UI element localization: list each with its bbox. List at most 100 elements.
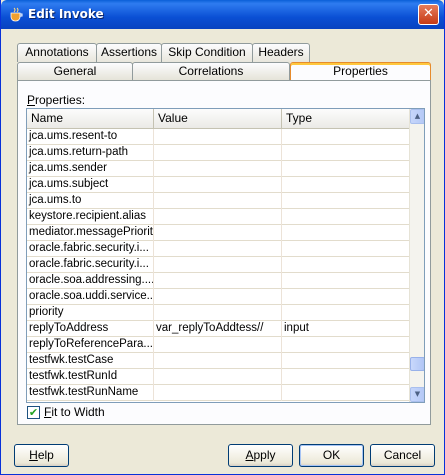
help-button[interactable]: Help (14, 444, 69, 467)
property-type-cell[interactable] (282, 369, 410, 385)
property-type-cell[interactable] (282, 161, 410, 177)
apply-button[interactable]: Apply (228, 444, 293, 467)
property-value-cell[interactable] (154, 161, 282, 177)
property-type-cell[interactable] (282, 177, 410, 193)
tab-general[interactable]: General (17, 62, 133, 81)
table-row[interactable]: testfwk.testRunName (27, 385, 410, 401)
cancel-button[interactable]: Cancel (370, 444, 435, 467)
property-name-cell[interactable]: priority (27, 305, 154, 321)
table-row[interactable]: testfwk.testCase (27, 353, 410, 369)
tab-headers[interactable]: Headers (252, 43, 310, 62)
property-name-cell[interactable]: testfwk.testRunId (27, 369, 154, 385)
property-name-cell[interactable]: testfwk.testRunName (27, 385, 154, 401)
table-row[interactable]: testfwk.testRunId (27, 369, 410, 385)
property-value-cell[interactable] (154, 305, 282, 321)
tab-correlations[interactable]: Correlations (132, 62, 290, 81)
table-row[interactable]: oracle.soa.uddi.service... (27, 289, 410, 305)
scroll-up-button[interactable]: ▲ (410, 109, 424, 124)
scroll-down-button[interactable]: ▼ (410, 387, 424, 402)
table-row[interactable]: oracle.soa.addressing.... (27, 273, 410, 289)
table-row[interactable]: jca.ums.to (27, 193, 410, 209)
fit-to-width-label[interactable]: Fit to Width (44, 405, 105, 419)
table-row[interactable]: oracle.fabric.security.i... (27, 241, 410, 257)
property-value-cell[interactable] (154, 145, 282, 161)
property-type-cell[interactable] (282, 129, 410, 145)
property-type-cell[interactable]: input (282, 321, 410, 337)
property-value-cell[interactable] (154, 385, 282, 401)
property-name-cell[interactable]: keystore.recipient.alias (27, 209, 154, 225)
arrow-up-icon: ▲ (414, 112, 421, 120)
close-button[interactable]: ✕ (418, 4, 439, 25)
tab-label: Annotations (25, 45, 89, 59)
vertical-scrollbar[interactable]: ▲ ▼ (409, 109, 424, 402)
property-name-cell[interactable]: jca.ums.to (27, 193, 154, 209)
table-row[interactable]: jca.ums.subject (27, 177, 410, 193)
table-row[interactable]: replyToAddress var_replyToAddtess//input (27, 321, 410, 337)
table-row[interactable]: jca.ums.return-path (27, 145, 410, 161)
property-name-cell[interactable]: mediator.messagePriority (27, 225, 154, 241)
property-type-cell[interactable] (282, 145, 410, 161)
title-bar[interactable]: Edit Invoke ✕ (1, 0, 444, 29)
tab-annotations[interactable]: Annotations (17, 43, 97, 62)
tab-label: General (53, 64, 97, 78)
property-name-cell[interactable]: jca.ums.subject (27, 177, 154, 193)
property-type-cell[interactable] (282, 241, 410, 257)
table-row[interactable]: oracle.fabric.security.i... (27, 257, 410, 273)
property-value-cell[interactable] (154, 353, 282, 369)
property-value-cell[interactable] (154, 209, 282, 225)
column-header-value[interactable]: Value (154, 109, 282, 129)
property-value-cell[interactable] (154, 273, 282, 289)
tab-skip-condition[interactable]: Skip Condition (161, 43, 253, 62)
property-type-cell[interactable] (282, 273, 410, 289)
property-type-cell[interactable] (282, 209, 410, 225)
property-type-cell[interactable] (282, 305, 410, 321)
property-name-cell[interactable]: oracle.soa.addressing.... (27, 273, 154, 289)
property-name-cell[interactable]: jca.ums.resent-to (27, 129, 154, 145)
property-value-cell[interactable] (154, 337, 282, 353)
property-name-cell[interactable]: replyToReferencePara... (27, 337, 154, 353)
tab-assertions[interactable]: Assertions (96, 43, 162, 62)
table-row[interactable]: jca.ums.sender (27, 161, 410, 177)
property-value-cell[interactable] (154, 177, 282, 193)
property-type-cell[interactable] (282, 353, 410, 369)
table-row[interactable]: priority (27, 305, 410, 321)
property-value-cell[interactable] (154, 129, 282, 145)
fit-to-width-checkbox[interactable]: ✔ (27, 406, 40, 419)
tab-label: Skip Condition (168, 45, 246, 59)
table-row[interactable]: jca.ums.resent-to (27, 129, 410, 145)
column-header-type[interactable]: Type (282, 109, 410, 129)
property-type-cell[interactable] (282, 337, 410, 353)
property-name-cell[interactable]: testfwk.testCase (27, 353, 154, 369)
property-type-cell[interactable] (282, 193, 410, 209)
properties-mnemonic: P (27, 93, 36, 107)
tab-label: Headers (258, 45, 304, 59)
property-value-cell[interactable] (154, 257, 282, 273)
property-name-cell[interactable]: oracle.soa.uddi.service... (27, 289, 154, 305)
tab-properties[interactable]: Properties (290, 62, 431, 81)
property-name-cell[interactable]: jca.ums.return-path (27, 145, 154, 161)
property-value-cell[interactable] (154, 225, 282, 241)
scroll-thumb[interactable] (410, 357, 424, 371)
table-row[interactable]: keystore.recipient.alias (27, 209, 410, 225)
ok-button[interactable]: OK (299, 444, 364, 467)
tab-label: Assertions (100, 45, 158, 59)
properties-label-rest: roperties: (35, 93, 86, 107)
column-header-name[interactable]: Name (27, 109, 154, 129)
property-name-cell[interactable]: replyToAddress (27, 321, 154, 337)
cancel-label: Cancel (383, 448, 422, 462)
property-value-cell[interactable] (154, 289, 282, 305)
property-type-cell[interactable] (282, 225, 410, 241)
table-row[interactable]: mediator.messagePriority (27, 225, 410, 241)
property-type-cell[interactable] (282, 385, 410, 401)
property-name-cell[interactable]: jca.ums.sender (27, 161, 154, 177)
property-value-cell[interactable] (154, 193, 282, 209)
property-name-cell[interactable]: oracle.fabric.security.i... (27, 241, 154, 257)
property-type-cell[interactable] (282, 257, 410, 273)
property-type-cell[interactable] (282, 289, 410, 305)
properties-table[interactable]: Name Value Type jca.ums.resent-to jca.ums… (26, 108, 425, 403)
property-value-cell[interactable]: var_replyToAddtess// (154, 321, 282, 337)
table-row[interactable]: replyToReferencePara... (27, 337, 410, 353)
property-value-cell[interactable] (154, 241, 282, 257)
property-value-cell[interactable] (154, 369, 282, 385)
property-name-cell[interactable]: oracle.fabric.security.i... (27, 257, 154, 273)
